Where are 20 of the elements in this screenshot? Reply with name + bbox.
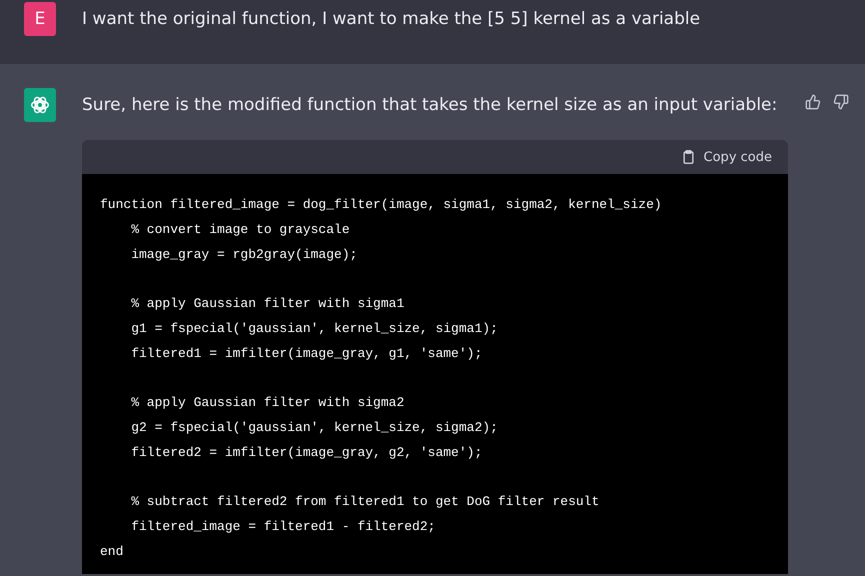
code-line: % apply Gaussian filter with sigma2	[130, 394, 406, 412]
knot-logo-icon	[29, 94, 51, 116]
code-line: function filtered_image = dog_filter(image, sigma1, sigma2, kernel_size)	[100, 196, 663, 214]
code-line: filtered_image = filtered1 - filtered2;	[130, 518, 436, 536]
code-line: g1 = fspecial('gaussian', kernel_size, sigma1);	[130, 320, 499, 338]
thumbs-up-icon[interactable]	[805, 94, 821, 110]
code-line: g2 = fspecial('gaussian', kernel_size, sigma2);	[130, 419, 499, 437]
code-line: % apply Gaussian filter with sigma1	[130, 295, 406, 313]
copy-code-button[interactable]: Copy code	[680, 147, 772, 167]
thumbs-down-icon[interactable]	[833, 94, 849, 110]
clipboard-icon	[680, 149, 696, 165]
code-line: % subtract filtered2 from filtered1 to get DoG filter result	[130, 493, 600, 511]
code-line: % convert image to grayscale	[130, 221, 351, 239]
assistant-message: Sure, here is the modified function that takes the kernel size as an input variable:	[82, 94, 778, 117]
code-line: filtered2 = imfilter(image_gray, g2, 'same');	[130, 444, 484, 462]
code-line: filtered1 = imfilter(image_gray, g1, 'same');	[130, 345, 484, 363]
user-message: I want the original function, I want to make the [5 5] kernel as a variable	[82, 8, 700, 31]
user-avatar: E	[24, 2, 56, 36]
code-line: end	[100, 543, 124, 561]
code-line: image_gray = rgb2gray(image);	[130, 246, 358, 264]
